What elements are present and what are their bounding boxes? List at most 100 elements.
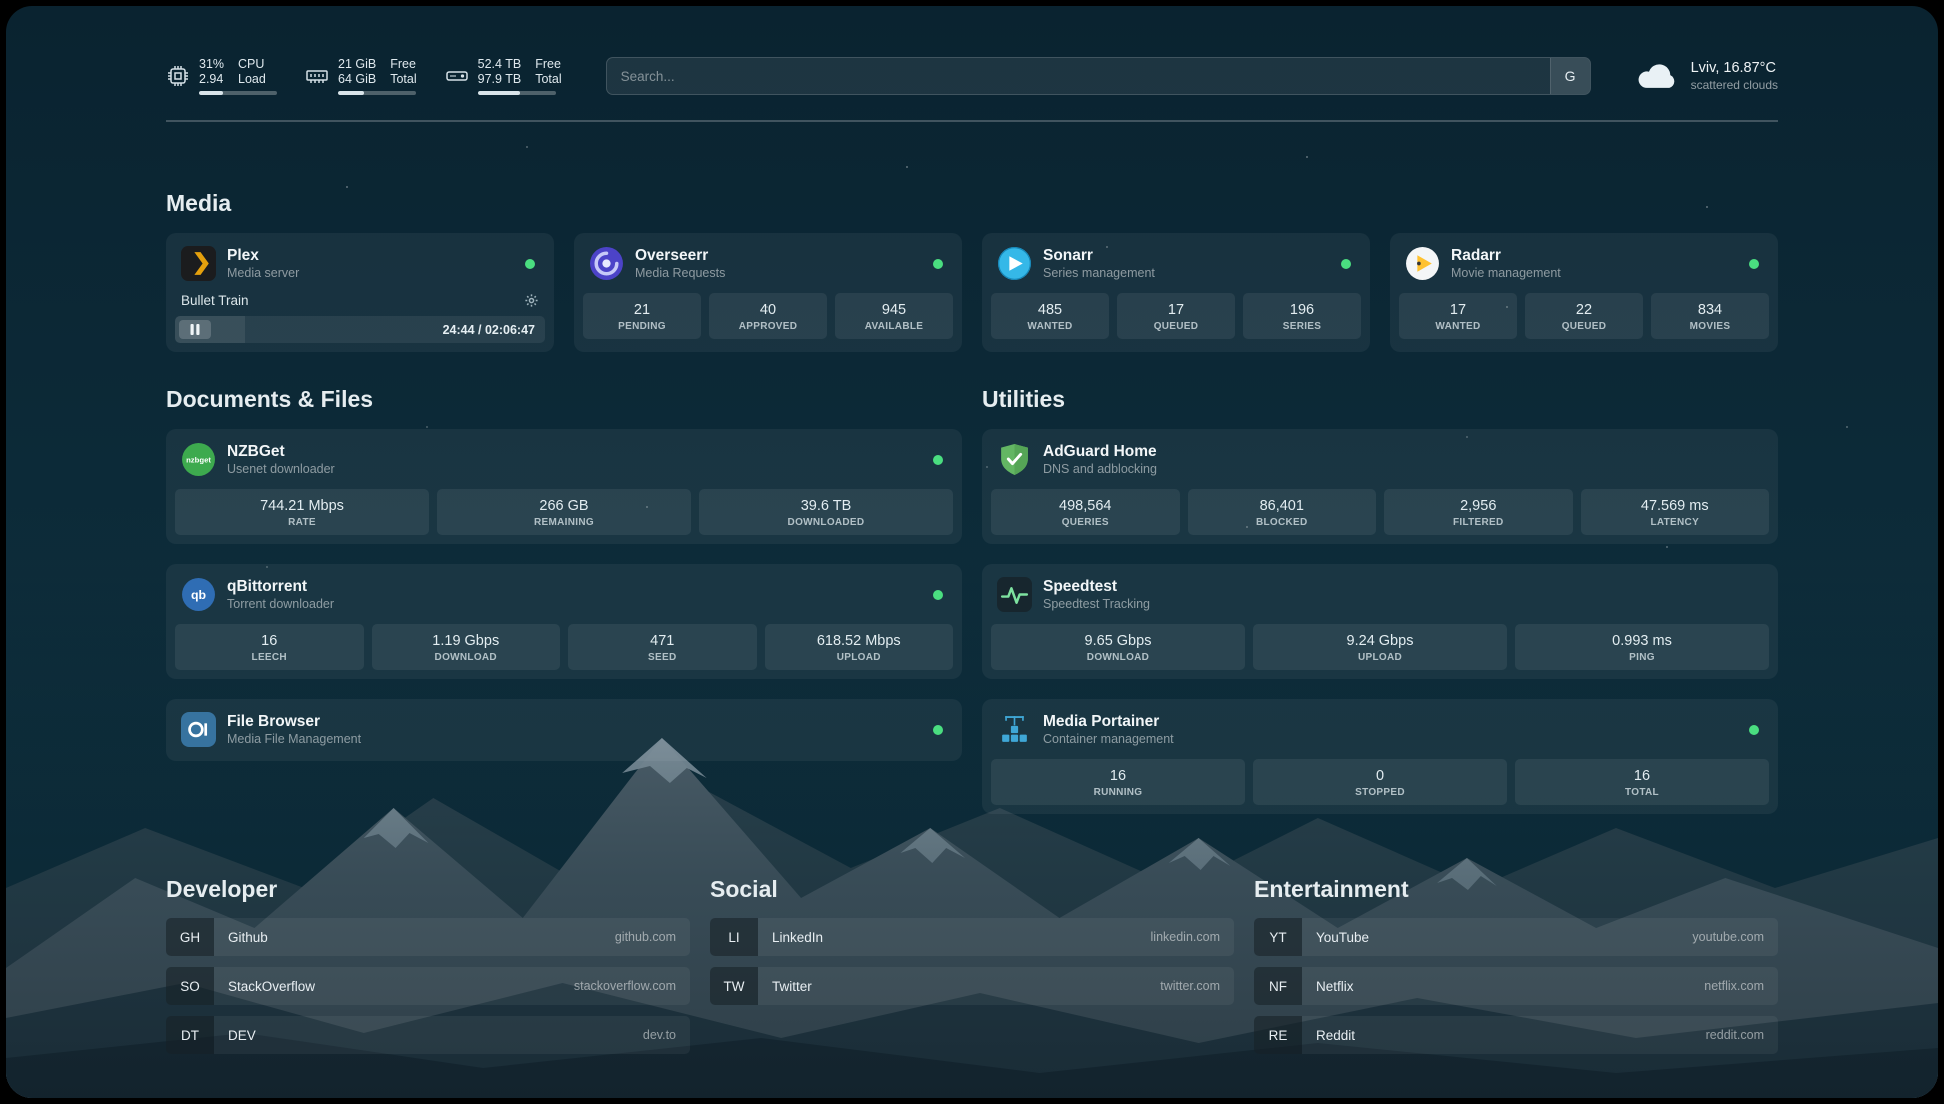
stat-pending: 21 PENDING bbox=[583, 293, 701, 339]
stat-value: 16 bbox=[179, 632, 360, 650]
stat-approved: 40 APPROVED bbox=[709, 293, 827, 339]
stat-value: 498,564 bbox=[995, 497, 1176, 515]
service-link-filebrowser[interactable]: File Browser Media File Management bbox=[175, 707, 953, 752]
media-time: 24:44 / 02:06:47 bbox=[443, 323, 535, 337]
search-provider-button[interactable]: G bbox=[1550, 58, 1590, 94]
stat-label: RATE bbox=[179, 517, 425, 528]
bookmark-name: Github bbox=[228, 930, 268, 945]
weather-widget: Lviv, 16.87°C scattered clouds bbox=[1635, 59, 1778, 93]
utilities-column: Utilities AdGuard Home DNS and adblockin… bbox=[982, 386, 1778, 814]
overseerr-icon bbox=[589, 246, 624, 281]
service-card-nzbget: nzbget NZBGet Usenet downloader 744.21 M… bbox=[166, 429, 962, 544]
service-description: Speedtest Tracking bbox=[1043, 596, 1150, 612]
stat-download: 9.65 Gbps DOWNLOAD bbox=[991, 624, 1245, 670]
resource-value: 21 GiB bbox=[338, 57, 376, 72]
bookmark-name: Reddit bbox=[1316, 1028, 1355, 1043]
stat-label: UPLOAD bbox=[769, 652, 950, 663]
bookmark-dev[interactable]: DT DEV dev.to bbox=[166, 1016, 690, 1054]
stat-value: 945 bbox=[839, 301, 949, 319]
service-card-portainer: Media Portainer Container management 16 … bbox=[982, 699, 1778, 814]
service-link-qbittorrent[interactable]: qb qBittorrent Torrent downloader bbox=[175, 572, 953, 624]
service-link-nzbget[interactable]: nzbget NZBGet Usenet downloader bbox=[175, 437, 953, 489]
stat-seed: 471 SEED bbox=[568, 624, 757, 670]
cloud-icon bbox=[1635, 60, 1679, 92]
stat-value: 22 bbox=[1529, 301, 1639, 319]
service-card-sonarr: Sonarr Series management 485 WANTED 17 Q… bbox=[982, 233, 1370, 352]
service-link-overseerr[interactable]: Overseerr Media Requests bbox=[583, 241, 953, 293]
service-description: Media server bbox=[227, 265, 299, 281]
service-link-portainer[interactable]: Media Portainer Container management bbox=[991, 707, 1769, 759]
service-link-speedtest[interactable]: Speedtest Speedtest Tracking bbox=[991, 572, 1769, 624]
stat-value: 618.52 Mbps bbox=[769, 632, 950, 650]
bookmark-url: dev.to bbox=[643, 1028, 676, 1042]
service-name: Plex bbox=[227, 246, 299, 265]
bookmark-group-social: Social LI LinkedIn linkedin.com TW Twitt… bbox=[710, 876, 1234, 1065]
stat-label: AVAILABLE bbox=[839, 321, 949, 332]
bookmark-github[interactable]: GH Github github.com bbox=[166, 918, 690, 956]
bookmark-reddit[interactable]: RE Reddit reddit.com bbox=[1254, 1016, 1778, 1054]
bookmark-abbr: SO bbox=[166, 967, 214, 1005]
bookmark-url: linkedin.com bbox=[1151, 930, 1220, 944]
stat-value: 2,956 bbox=[1388, 497, 1569, 515]
stat-label: FILTERED bbox=[1388, 517, 1569, 528]
service-name: File Browser bbox=[227, 712, 361, 731]
service-link-adguard[interactable]: AdGuard Home DNS and adblocking bbox=[991, 437, 1769, 489]
stat-label: UPLOAD bbox=[1257, 652, 1503, 663]
bookmarks-grid: Developer GH Github github.com SO StackO… bbox=[166, 876, 1778, 1065]
bookmark-abbr: GH bbox=[166, 918, 214, 956]
service-description: Movie management bbox=[1451, 265, 1561, 281]
service-name: Speedtest bbox=[1043, 577, 1150, 596]
adguard-icon bbox=[997, 442, 1032, 477]
stat-value: 196 bbox=[1247, 301, 1357, 319]
service-link-plex[interactable]: Plex Media server bbox=[175, 241, 545, 293]
bookmark-url: github.com bbox=[615, 930, 676, 944]
stat-label: LATENCY bbox=[1585, 517, 1766, 528]
bookmark-url: twitter.com bbox=[1160, 979, 1220, 993]
bookmark-linkedin[interactable]: LI LinkedIn linkedin.com bbox=[710, 918, 1234, 956]
stat-queued: 22 QUEUED bbox=[1525, 293, 1643, 339]
search-input[interactable] bbox=[606, 57, 1591, 95]
stat-upload: 9.24 Gbps UPLOAD bbox=[1253, 624, 1507, 670]
stat-latency: 47.569 ms LATENCY bbox=[1581, 489, 1770, 535]
service-card-filebrowser: File Browser Media File Management bbox=[166, 699, 962, 761]
stat-wanted: 485 WANTED bbox=[991, 293, 1109, 339]
service-link-sonarr[interactable]: Sonarr Series management bbox=[991, 241, 1361, 293]
resource-label: Total bbox=[535, 72, 561, 87]
service-name: NZBGet bbox=[227, 442, 335, 461]
bookmark-netflix[interactable]: NF Netflix netflix.com bbox=[1254, 967, 1778, 1005]
nzbget-icon: nzbget bbox=[181, 442, 216, 477]
stat-queries: 498,564 QUERIES bbox=[991, 489, 1180, 535]
gear-icon[interactable] bbox=[524, 293, 539, 308]
bookmark-url: stackoverflow.com bbox=[574, 979, 676, 993]
stat-value: 21 bbox=[587, 301, 697, 319]
resource-value: 2.94 bbox=[199, 72, 224, 87]
service-link-radarr[interactable]: Radarr Movie management bbox=[1399, 241, 1769, 293]
status-dot bbox=[933, 590, 943, 600]
pause-button[interactable] bbox=[179, 320, 211, 339]
stat-label: DOWNLOAD bbox=[376, 652, 557, 663]
stat-value: 0 bbox=[1257, 767, 1503, 785]
resource-label: Load bbox=[238, 72, 266, 87]
stat-label: DOWNLOADED bbox=[703, 517, 949, 528]
stat-label: RUNNING bbox=[995, 787, 1241, 798]
bookmark-twitter[interactable]: TW Twitter twitter.com bbox=[710, 967, 1234, 1005]
stat-label: QUERIES bbox=[995, 517, 1176, 528]
stat-value: 0.993 ms bbox=[1519, 632, 1765, 650]
bookmark-youtube[interactable]: YT YouTube youtube.com bbox=[1254, 918, 1778, 956]
stat-label: QUEUED bbox=[1529, 321, 1639, 332]
bookmark-stackoverflow[interactable]: SO StackOverflow stackoverflow.com bbox=[166, 967, 690, 1005]
service-card-adguard: AdGuard Home DNS and adblocking 498,564 … bbox=[982, 429, 1778, 544]
stat-rate: 744.21 Mbps RATE bbox=[175, 489, 429, 535]
radarr-icon bbox=[1405, 246, 1440, 281]
media-player-bar[interactable]: 24:44 / 02:06:47 bbox=[175, 316, 545, 343]
plex-icon bbox=[181, 246, 216, 281]
weather-condition: scattered clouds bbox=[1691, 77, 1778, 93]
status-dot bbox=[525, 259, 535, 269]
status-dot bbox=[933, 455, 943, 465]
service-description: DNS and adblocking bbox=[1043, 461, 1157, 477]
stat-available: 945 AVAILABLE bbox=[835, 293, 953, 339]
filebrowser-icon bbox=[181, 712, 216, 747]
bookmark-name: Netflix bbox=[1316, 979, 1354, 994]
resource-label: Total bbox=[390, 72, 416, 87]
service-description: Media Requests bbox=[635, 265, 725, 281]
